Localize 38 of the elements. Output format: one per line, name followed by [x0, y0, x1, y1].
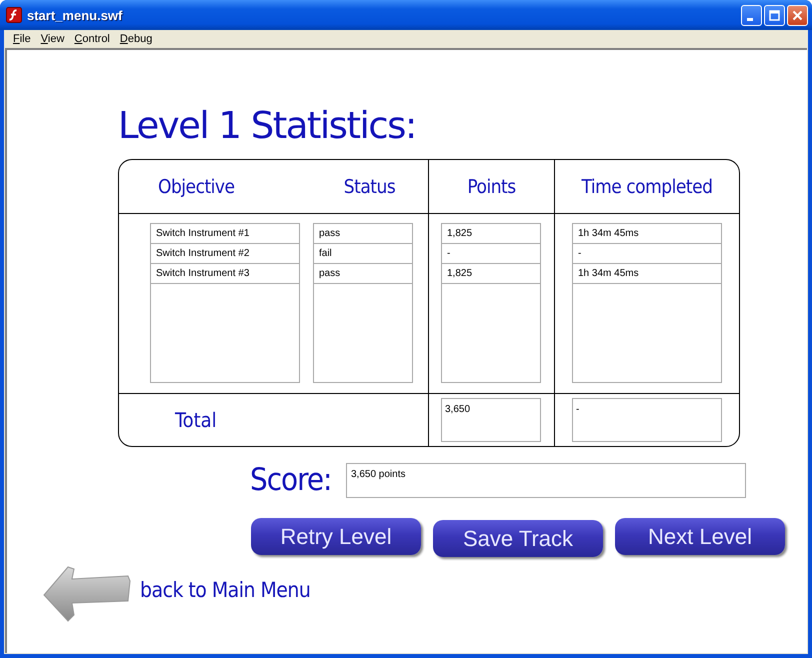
- maximize-button[interactable]: [764, 4, 785, 26]
- back-to-main-menu-link[interactable]: back to Main Menu: [140, 578, 310, 602]
- total-label: Total: [175, 408, 217, 432]
- save-track-button[interactable]: Save Track: [433, 520, 603, 557]
- maximize-icon: [769, 10, 780, 20]
- menu-item[interactable]: View: [36, 33, 70, 45]
- list-item: -: [573, 244, 721, 264]
- close-icon: [792, 10, 803, 20]
- minimize-button[interactable]: [741, 4, 762, 26]
- list-item: 1h 34m 45ms: [573, 224, 721, 244]
- list-item: Switch Instrument #3: [151, 264, 299, 284]
- list-item: Switch Instrument #1: [151, 224, 299, 244]
- total-points-field: 3,650: [441, 398, 541, 442]
- list-item: pass: [314, 264, 412, 284]
- list-item: 1,825: [442, 264, 540, 284]
- menu-item[interactable]: Control: [69, 33, 115, 45]
- window-title: start_menu.swf: [27, 8, 124, 22]
- score-field: 3,650 points: [346, 462, 746, 498]
- next-level-button[interactable]: Next Level: [615, 518, 785, 555]
- column-header: Points: [467, 176, 516, 198]
- minimize-icon: [747, 18, 753, 20]
- list-item: 1h 34m 45ms: [573, 264, 721, 284]
- list-item: fail: [314, 244, 412, 264]
- list-item: pass: [314, 224, 412, 244]
- menu-item[interactable]: Debug: [114, 33, 158, 45]
- retry-level-button[interactable]: Retry Level: [251, 518, 421, 555]
- menu-item[interactable]: File: [8, 33, 36, 45]
- list-item: -: [442, 244, 540, 264]
- close-button[interactable]: [787, 4, 808, 26]
- column-header: Status: [342, 176, 396, 198]
- page-heading: Level 1 Statistics:: [118, 103, 417, 149]
- total-time-field: -: [572, 398, 722, 442]
- column-header: Objective: [158, 176, 236, 198]
- score-label: Score:: [250, 462, 332, 498]
- app-icon: [6, 7, 22, 23]
- list-item: 1,825: [442, 224, 540, 244]
- list-item: Switch Instrument #2: [151, 244, 299, 264]
- column-header: Time completed: [582, 176, 712, 198]
